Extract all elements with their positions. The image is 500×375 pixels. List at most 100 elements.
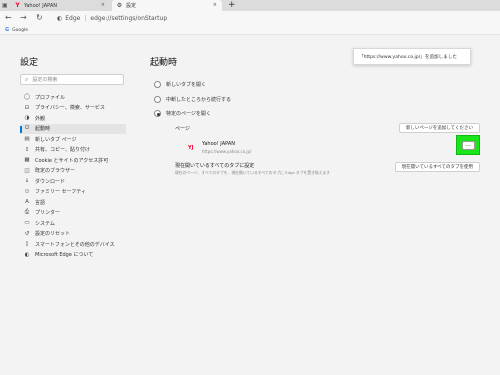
option-specific-pages[interactable]: 特定のページを開く <box>150 108 480 119</box>
tab-strip: ▣ Y Yahoo! JAPAN × ⚙ 設定 × + <box>0 0 500 11</box>
sidebar-item-startup[interactable]: ⏻ 起動時 <box>20 123 126 134</box>
gear-icon: ⚙ <box>116 2 123 9</box>
toast-notification: 「https://www.yahoo.co.jp/」を追加しました <box>353 48 471 65</box>
power-icon: ⏻ <box>24 125 30 132</box>
tab-label: 設定 <box>126 3 137 9</box>
yahoo-japan-icon: YJ <box>188 145 194 151</box>
download-icon: ↓ <box>24 178 30 185</box>
more-actions-button[interactable]: ... <box>461 140 475 150</box>
option-label: 中断したところから続行する <box>166 96 232 103</box>
current-tabs-description: 現在のページ、すべてのタブを、現在開いているすべてのタブに Edge タブを置き… <box>175 170 331 175</box>
current-tabs-label: 現在開いているすべてのタブに設定 <box>175 163 255 169</box>
family-icon: ⚇ <box>24 188 30 195</box>
radio-specific-pages[interactable] <box>154 110 161 117</box>
sidebar-item-system[interactable]: ▭ システム <box>20 218 126 229</box>
window-menu-icon[interactable]: ▣ <box>2 2 8 9</box>
sidebar-item-label: Cookie とサイトのアクセス許可 <box>35 157 109 164</box>
sidebar-item-label: プリンター <box>35 210 61 217</box>
sidebar-item-cookies[interactable]: ▦ Cookie とサイトのアクセス許可 <box>20 155 126 166</box>
appearance-icon: ◑ <box>24 115 30 122</box>
sidebar-item-label: Microsoft Edge について <box>35 252 94 259</box>
refresh-icon[interactable]: ↻ <box>36 13 43 23</box>
person-icon: ◯ <box>23 94 31 101</box>
printer-icon: ⎙ <box>24 209 30 216</box>
new-tab-button[interactable]: + <box>228 0 236 10</box>
favorites-bar: G Google <box>0 26 500 35</box>
sidebar-item-label: プロファイル <box>35 94 66 101</box>
toast-text: 「https://www.yahoo.co.jp/」を追加しました <box>359 54 458 60</box>
reset-icon: ↺ <box>24 230 30 237</box>
address-url: edge://settings/onStartup <box>90 15 168 22</box>
sidebar-item-label: プライバシー、検索、サービス <box>35 105 105 112</box>
forward-icon[interactable]: → <box>20 13 27 23</box>
sidebar-title: 設定 <box>20 58 39 68</box>
page-entry-yahoo: YJ Yahoo! JAPAN https://www.yahoo.co.jp/ <box>188 138 468 158</box>
search-icon: ⌕ <box>25 75 29 83</box>
sidebar-item-default-browser[interactable]: ◫ 既定のブラウザー <box>20 166 126 177</box>
add-page-button[interactable]: 新しいページを追加してください <box>398 123 480 133</box>
lock-icon: ⊡ <box>24 104 30 111</box>
sidebar-item-family-safety[interactable]: ⚇ ファミリー セーフティ <box>20 187 126 198</box>
system-icon: ▭ <box>24 220 30 227</box>
pages-label: ページ <box>175 125 190 132</box>
cookie-icon: ▦ <box>24 157 30 164</box>
language-icon: A <box>25 199 29 206</box>
tab-label: Yahoo! JAPAN <box>24 2 57 9</box>
favorite-google[interactable]: Google <box>12 28 28 33</box>
sidebar-item-languages[interactable]: A 言語 <box>20 197 126 208</box>
radio-continue[interactable] <box>154 95 161 103</box>
sidebar-item-label: 設定のリセット <box>35 231 71 238</box>
address-bar[interactable]: ◐ Edge | edge://settings/onStartup <box>57 13 500 24</box>
sidebar-list: ◯ プロファイル ⊡ プライバシー、検索、サービス ◑ 外観 ⏻ 起動時 ▤ 新しいタブ … <box>20 92 126 260</box>
sidebar-item-label: システム <box>35 220 55 227</box>
search-placeholder: 設定の検索 <box>32 77 58 83</box>
google-icon: G <box>5 27 10 33</box>
use-current-tabs-button[interactable]: 現在開いているすべてのタブを使用 <box>394 162 480 172</box>
settings-sidebar: 設定 ⌕ 設定の検索 ◯ プロファイル ⊡ プライバシー、検索、サービス ◑ 外観 ⏻… <box>20 55 126 260</box>
option-label: 新しいタブを開く <box>166 82 207 88</box>
close-tab-icon[interactable]: × <box>101 2 105 8</box>
option-new-tab[interactable]: 新しいタブを開く <box>150 79 480 90</box>
sidebar-item-label: 外観 <box>35 115 46 122</box>
share-icon: ⇪ <box>24 146 30 153</box>
back-icon[interactable]: ← <box>5 13 12 23</box>
sidebar-item-profile[interactable]: ◯ プロファイル <box>20 92 126 103</box>
edge-icon: ◐ <box>57 15 63 22</box>
sidebar-item-label: 起動時 <box>35 126 51 133</box>
tab-settings[interactable]: ⚙ 設定 × <box>112 0 222 11</box>
radio-new-tab[interactable] <box>154 81 161 88</box>
page-entry-url: https://www.yahoo.co.jp/ <box>202 149 252 154</box>
use-current-tabs-row: 現在開いているすべてのタブに設定 現在のページ、すべてのタブを、現在開いているす… <box>175 162 480 176</box>
address-separator: | <box>84 15 87 22</box>
tab-yahoo-japan[interactable]: Y Yahoo! JAPAN × <box>10 0 110 11</box>
sidebar-item-label: スマートフォンとその他のデバイス <box>35 241 115 248</box>
pages-header: ページ 新しいページを追加してください <box>175 122 480 134</box>
sidebar-item-label: 言語 <box>35 199 46 206</box>
settings-search-input[interactable]: ⌕ 設定の検索 <box>20 74 124 85</box>
option-label: 特定のページを開く <box>166 111 211 117</box>
sidebar-item-new-tab-page[interactable]: ▤ 新しいタブ ページ <box>20 134 126 145</box>
sidebar-item-printers[interactable]: ⎙ プリンター <box>20 208 126 219</box>
edge-icon: ◐ <box>24 251 30 258</box>
sidebar-item-label: ファミリー セーフティ <box>35 189 86 196</box>
sidebar-item-appearance[interactable]: ◑ 外観 <box>20 113 126 124</box>
sidebar-item-about-edge[interactable]: ◐ Microsoft Edge について <box>20 250 126 261</box>
sidebar-item-reset[interactable]: ↺ 設定のリセット <box>20 229 126 240</box>
sidebar-item-share-copy-paste[interactable]: ⇪ 共有、コピー、貼り付け <box>20 145 126 156</box>
address-brand: Edge <box>65 15 81 22</box>
yahoo-japan-icon: Y <box>15 2 20 9</box>
navigation-bar: ← → ↻ ◐ Edge | edge://settings/onStartup <box>0 11 500 26</box>
more-actions-highlight: ... <box>456 135 480 155</box>
sidebar-item-label: ダウンロード <box>35 178 66 185</box>
startup-settings-panel: 起動時 新しいタブを開く 中断したところから続行する 特定のページを開く ページ… <box>150 55 480 175</box>
browser-icon: ◫ <box>24 167 30 174</box>
sidebar-item-downloads[interactable]: ↓ ダウンロード <box>20 176 126 187</box>
new-tab-icon: ▤ <box>24 136 30 143</box>
option-continue[interactable]: 中断したところから続行する <box>150 94 480 105</box>
page-entry-name: Yahoo! JAPAN <box>202 141 235 147</box>
sidebar-item-label: 新しいタブ ページ <box>35 136 77 143</box>
close-tab-icon[interactable]: × <box>213 2 217 8</box>
sidebar-item-phone-devices[interactable]: ▯ スマートフォンとその他のデバイス <box>20 239 126 250</box>
sidebar-item-privacy[interactable]: ⊡ プライバシー、検索、サービス <box>20 103 126 114</box>
sidebar-item-label: 既定のブラウザー <box>35 168 76 175</box>
